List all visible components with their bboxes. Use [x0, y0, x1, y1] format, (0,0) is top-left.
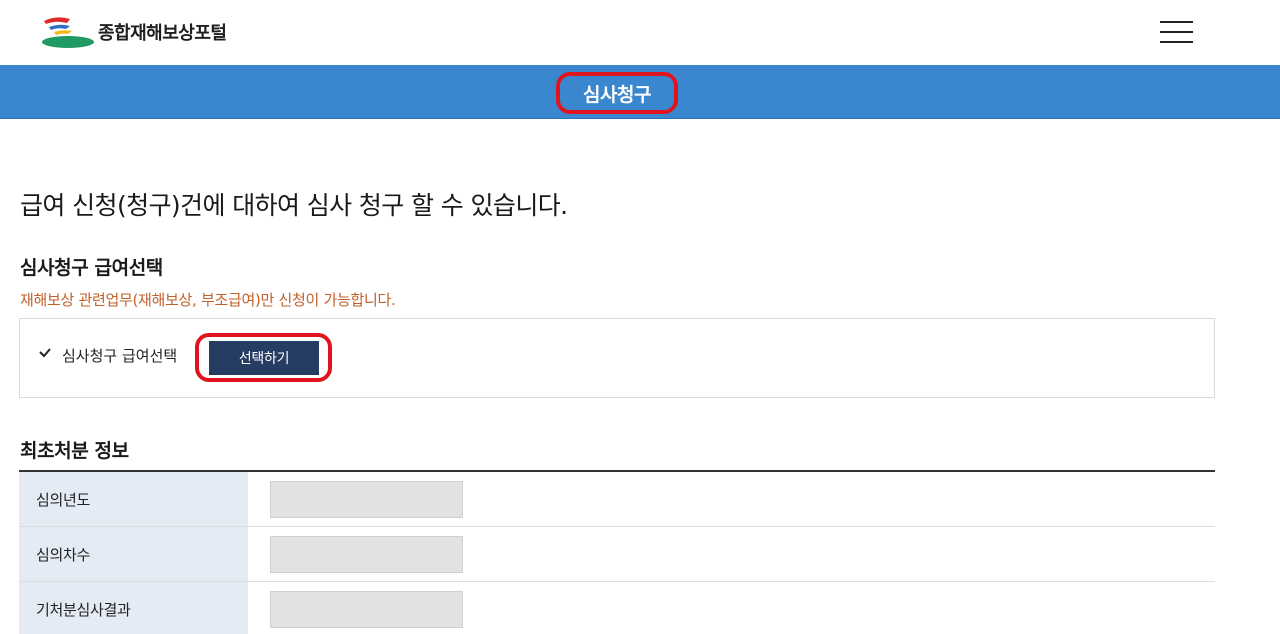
hamburger-menu-icon[interactable]: [1160, 20, 1193, 44]
row-label: 심의차수: [36, 546, 91, 564]
kcomwel-logo-icon: [40, 15, 96, 49]
notice-text: 재해보상 관련업무(재해보상, 부조급여)만 신청이 가능합니다.: [20, 291, 396, 309]
logo-text: 종합재해보상포털: [98, 23, 227, 44]
review-year-field[interactable]: [270, 481, 463, 518]
review-round-field[interactable]: [270, 536, 463, 573]
prior-decision-result-field[interactable]: [270, 591, 463, 628]
site-logo[interactable]: 종합재해보상포털: [40, 14, 250, 50]
select-benefit-button[interactable]: 선택하기: [209, 341, 319, 375]
table-row: 기처분심사결과: [19, 582, 1215, 634]
initial-decision-title: 최초처분 정보: [20, 440, 129, 462]
page-title: 심사청구: [556, 72, 678, 114]
benefit-select-label: 심사청구 급여선택: [62, 347, 178, 365]
check-icon: [38, 346, 52, 360]
top-header: 종합재해보상포털: [0, 0, 1280, 65]
row-header: 심의년도: [19, 472, 248, 526]
page-headline: 급여 신청(청구)건에 대하여 심사 청구 할 수 있습니다.: [20, 191, 568, 220]
row-label: 심의년도: [36, 491, 91, 509]
row-header: 기처분심사결과: [19, 582, 248, 634]
table-row: 심의차수: [19, 527, 1215, 582]
benefit-select-field: 심사청구 급여선택: [38, 345, 177, 366]
row-label: 기처분심사결과: [36, 601, 131, 619]
benefit-section-title: 심사청구 급여선택: [20, 257, 163, 279]
row-header: 심의차수: [19, 527, 248, 581]
table-row: 심의년도: [19, 472, 1215, 527]
